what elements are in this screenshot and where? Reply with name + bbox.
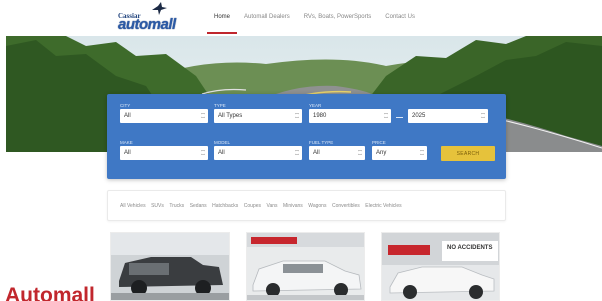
chevron-down-icon bbox=[201, 113, 205, 118]
listing-card[interactable] bbox=[246, 232, 365, 301]
make-select[interactable]: All bbox=[120, 146, 208, 160]
nav-home[interactable]: Home bbox=[207, 10, 238, 34]
year-from-select[interactable]: 1980 bbox=[309, 109, 391, 123]
chevron-down-icon bbox=[295, 113, 299, 118]
category-vans[interactable]: Vans bbox=[267, 203, 278, 209]
main-nav: Home Automall Dealers RVs, Boats, PowerS… bbox=[207, 10, 422, 34]
make-label: MAKE bbox=[120, 140, 133, 145]
nav-automall-dealers[interactable]: Automall Dealers bbox=[237, 10, 297, 34]
type-value: All Types bbox=[218, 112, 243, 119]
model-select[interactable]: All bbox=[214, 146, 302, 160]
dealer-promo-tag bbox=[251, 237, 297, 244]
chevron-down-icon bbox=[201, 150, 205, 155]
search-button[interactable]: SEARCH bbox=[441, 146, 495, 161]
eagle-logo-icon bbox=[152, 2, 167, 15]
category-electric-vehicles[interactable]: Electric Vehicles bbox=[365, 203, 401, 209]
nav-contact-us[interactable]: Contact Us bbox=[378, 10, 422, 34]
year-to-value: 2025 bbox=[412, 112, 426, 119]
category-minivans[interactable]: Minivans bbox=[283, 203, 303, 209]
category-sedans[interactable]: Sedans bbox=[190, 203, 207, 209]
city-value: All bbox=[124, 112, 131, 119]
category-suvs[interactable]: SUVs bbox=[151, 203, 164, 209]
vehicle-category-bar: All Vehicles SUVs Trucks Sedans Hatchbac… bbox=[107, 190, 506, 221]
price-label: PRICE bbox=[372, 140, 386, 145]
no-accidents-text: NO ACCIDENTS bbox=[447, 245, 493, 251]
listing-card[interactable]: NO ACCIDENTS bbox=[381, 232, 500, 301]
type-label: TYPE bbox=[214, 103, 226, 108]
chevron-down-icon bbox=[358, 150, 362, 155]
logo-text: automall bbox=[118, 16, 176, 33]
year-label: YEAR bbox=[309, 103, 322, 108]
automall-logo[interactable]: Cassiar automall bbox=[118, 2, 198, 34]
nav-rvs-boats-powersports[interactable]: RVs, Boats, PowerSports bbox=[297, 10, 379, 34]
site-header: Cassiar automall Home Automall Dealers R… bbox=[0, 0, 602, 36]
make-value: All bbox=[124, 149, 131, 156]
city-label: CITY bbox=[120, 103, 131, 108]
page-title: Automall bbox=[5, 284, 95, 301]
price-select[interactable]: Any bbox=[372, 146, 427, 160]
fuel-type-value: All bbox=[313, 149, 320, 156]
category-hatchbacks[interactable]: Hatchbacks bbox=[212, 203, 238, 209]
year-range-separator bbox=[396, 117, 403, 118]
category-all-vehicles[interactable]: All Vehicles bbox=[120, 203, 146, 209]
model-label: MODEL bbox=[214, 140, 231, 145]
category-coupes[interactable]: Coupes bbox=[244, 203, 261, 209]
listing-card[interactable] bbox=[110, 232, 230, 301]
fuel-type-label: FUEL TYPE bbox=[309, 140, 334, 145]
chevron-down-icon bbox=[384, 113, 388, 118]
year-to-select[interactable]: 2025 bbox=[408, 109, 488, 123]
category-wagons[interactable]: Wagons bbox=[308, 203, 326, 209]
model-value: All bbox=[218, 149, 225, 156]
no-accidents-badge: NO ACCIDENTS bbox=[442, 241, 498, 261]
fuel-type-select[interactable]: All bbox=[309, 146, 365, 160]
city-select[interactable]: All bbox=[120, 109, 208, 123]
vehicle-search-panel: CITY All TYPE All Types YEAR 1980 2025 M… bbox=[107, 94, 506, 179]
chevron-down-icon bbox=[420, 150, 424, 155]
year-from-value: 1980 bbox=[313, 112, 327, 119]
type-select[interactable]: All Types bbox=[214, 109, 302, 123]
price-value: Any bbox=[376, 149, 387, 156]
category-trucks[interactable]: Trucks bbox=[169, 203, 184, 209]
truck-photo bbox=[111, 233, 229, 300]
category-list: All Vehicles SUVs Trucks Sedans Hatchbac… bbox=[120, 203, 402, 209]
category-convertibles[interactable]: Convertibles bbox=[332, 203, 360, 209]
chevron-down-icon bbox=[481, 113, 485, 118]
chevron-down-icon bbox=[295, 150, 299, 155]
